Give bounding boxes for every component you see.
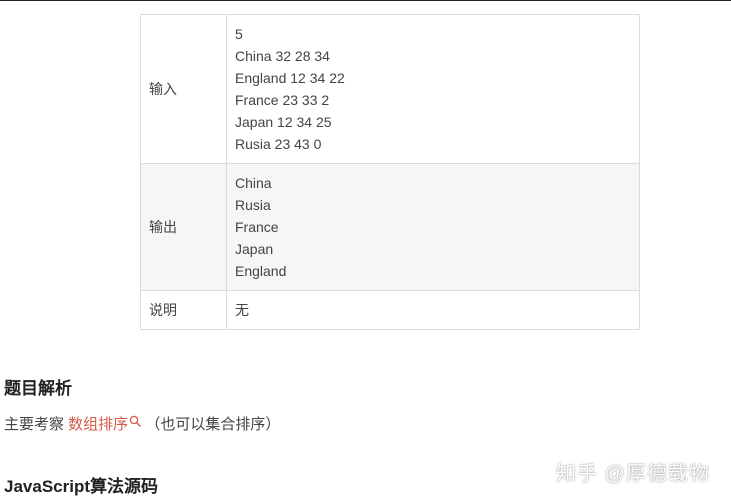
input-line: Rusia 23 43 0 [235,136,322,152]
analysis-heading: 题目解析 [4,379,72,398]
analysis-text-before: 主要考察 [4,416,69,433]
io-example-table: 输入 5 China 32 28 34 England 12 34 22 Fra… [140,14,640,330]
row-value-output: China Rusia France Japan England [226,163,640,291]
keyword-search-link[interactable]: 数组排序 [68,415,141,433]
watermark: 知乎 @厚德载物 [556,463,710,485]
row-value-input: 5 China 32 28 34 England 12 34 22 France… [226,14,640,164]
input-line: 5 [235,26,243,42]
output-line: China [235,175,272,191]
input-line: England 12 34 22 [235,70,345,86]
output-line: Japan [235,241,274,257]
top-divider [0,0,731,1]
input-line: Japan 12 34 25 [235,114,332,130]
row-value-note: 无 [226,290,640,330]
search-icon [129,415,141,427]
input-line: France 23 33 2 [235,92,330,108]
input-line: China 32 28 34 [235,48,330,64]
output-line: Rusia [235,197,271,213]
code-section-heading: JavaScript算法源码 [4,477,158,496]
analysis-text-after: （也可以集合排序） [141,416,281,433]
row-label-note: 说明 [140,290,227,330]
analysis-paragraph: 主要考察 数组排序 （也可以集合排序） [4,413,280,434]
table-row-output: 输出 China Rusia France Japan England [140,163,640,291]
output-line: England [235,263,287,279]
output-line: France [235,219,279,235]
keyword-label: 数组排序 [68,416,129,433]
table-row-input: 输入 5 China 32 28 34 England 12 34 22 Fra… [140,14,640,164]
row-label-output: 输出 [140,163,227,291]
row-label-input: 输入 [140,14,227,164]
table-row-note: 说明 无 [140,290,640,330]
note-line: 无 [235,302,249,318]
